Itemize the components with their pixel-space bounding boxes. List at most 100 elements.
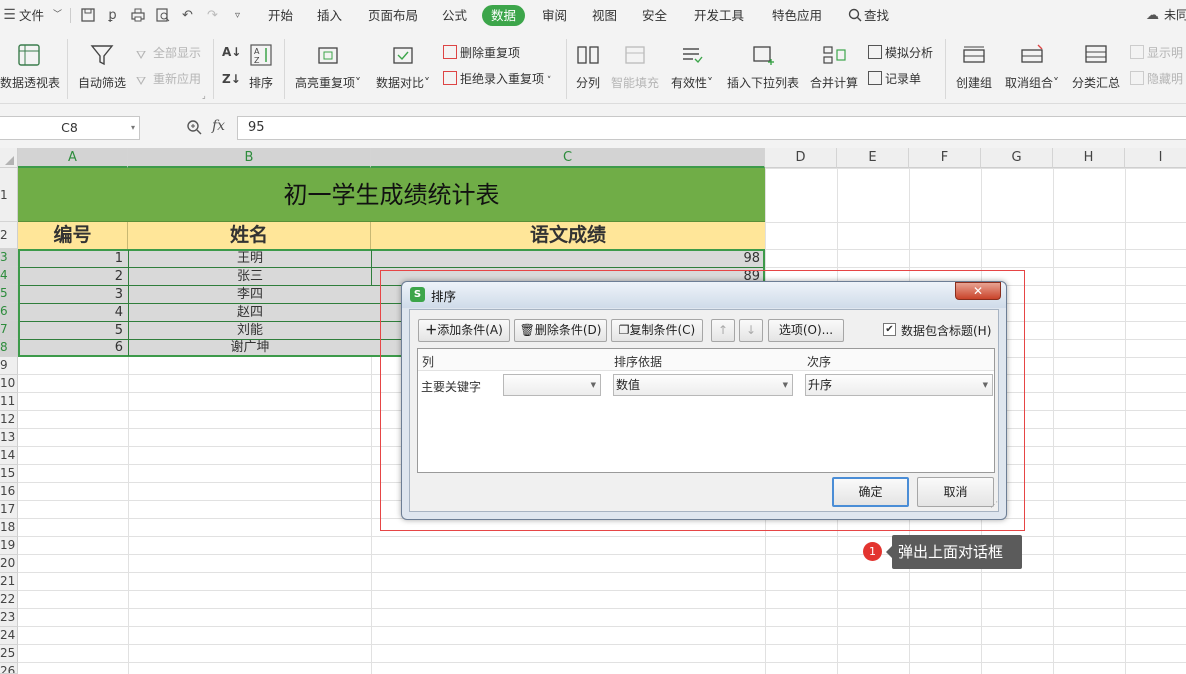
tab-page-layout[interactable]: 页面布局 <box>368 0 418 31</box>
merge-calculate-button[interactable]: 合并计算 <box>808 42 860 91</box>
tab-security[interactable]: 安全 <box>642 0 667 31</box>
has-header-checkbox[interactable]: ✔ <box>883 323 896 336</box>
reapply-button[interactable]: ⛛ 重新应用 <box>136 70 201 88</box>
tab-view[interactable]: 视图 <box>592 0 617 31</box>
cancel-button[interactable]: 取消 <box>917 477 994 507</box>
move-down-button[interactable]: ↓ <box>739 319 763 342</box>
table-title[interactable]: 初一学生成绩统计表 <box>18 168 765 222</box>
delete-condition-button[interactable]: 🗑删除条件(D) <box>514 319 607 342</box>
tab-insert[interactable]: 插入 <box>317 0 342 31</box>
smart-fill-button[interactable]: 智能填充 <box>610 42 660 91</box>
formula-input[interactable]: 95 <box>237 116 1186 140</box>
save-icon[interactable] <box>80 8 95 23</box>
row-header-12[interactable]: 12 <box>0 411 18 429</box>
tab-formulas[interactable]: 公式 <box>442 0 467 31</box>
customize-dropdown-icon[interactable]: ▿ <box>230 8 245 23</box>
create-group-button[interactable]: 创建组 <box>954 42 994 91</box>
copy-condition-button[interactable]: ❐复制条件(C) <box>611 319 703 342</box>
sort-ascending-icon[interactable]: A↓ <box>222 43 241 61</box>
cell-name[interactable]: 谢广坤 <box>128 340 371 356</box>
autofilter-button[interactable]: 自动筛选 <box>76 42 128 91</box>
move-up-button[interactable]: ↑ <box>711 319 735 342</box>
row-header-23[interactable]: 23 <box>0 609 18 627</box>
column-header-d[interactable]: D <box>765 148 837 168</box>
row-header-9[interactable]: 9 <box>0 357 18 375</box>
cloud-icon[interactable]: ☁ <box>1145 8 1160 23</box>
resize-grip-icon[interactable]: ⋰ <box>990 500 998 509</box>
cell-id[interactable]: 3 <box>20 286 126 304</box>
column-header-i[interactable]: I <box>1125 148 1186 168</box>
cell-id[interactable]: 6 <box>20 340 126 356</box>
cell-name[interactable]: 李四 <box>128 286 371 304</box>
cell-id[interactable]: 2 <box>20 268 126 286</box>
cell-name[interactable]: 张三 <box>128 268 371 286</box>
column-header-b[interactable]: B <box>128 148 371 168</box>
row-header-11[interactable]: 11 <box>0 393 18 411</box>
tab-data[interactable]: 数据 <box>482 5 526 26</box>
row-header-13[interactable]: 13 <box>0 429 18 447</box>
undo-icon[interactable]: ↶ <box>180 8 195 23</box>
pivot-table-button[interactable]: 数据透视表 <box>0 42 60 91</box>
show-detail-button[interactable]: 显示明 <box>1130 44 1183 62</box>
print-icon[interactable] <box>130 8 145 23</box>
cell-id[interactable]: 1 <box>20 250 126 268</box>
cell-score[interactable]: 98 <box>371 250 763 268</box>
row-header-20[interactable]: 20 <box>0 555 18 573</box>
tab-review[interactable]: 审阅 <box>542 0 567 31</box>
options-button[interactable]: 选项(O)... <box>768 319 844 342</box>
chevron-down-icon[interactable]: ▾ <box>131 117 135 139</box>
tab-developer[interactable]: 开发工具 <box>694 0 744 31</box>
cell-id[interactable]: 5 <box>20 322 126 340</box>
sort-order-select[interactable]: 升序 ▼ <box>805 374 993 396</box>
row-header-7[interactable]: 7 <box>0 321 18 339</box>
tab-home[interactable]: 开始 <box>268 0 293 31</box>
cell-name[interactable]: 赵四 <box>128 304 371 322</box>
reject-duplicates-button[interactable]: 拒绝录入重复项 ˅ <box>443 70 551 88</box>
header-cell-name[interactable]: 姓名 <box>128 222 371 249</box>
file-menu[interactable]: 文件 <box>19 0 44 31</box>
name-box[interactable]: C8 ▾ <box>0 116 140 140</box>
data-compare-button[interactable]: 数据对比˅ <box>372 42 434 91</box>
dialog-title-bar[interactable]: S 排序 ✕ <box>402 282 1006 308</box>
what-if-analysis-button[interactable]: 模拟分析 <box>868 44 933 62</box>
column-header-h[interactable]: H <box>1053 148 1125 168</box>
row-header-1[interactable]: 1 <box>0 168 18 222</box>
show-all-button[interactable]: ⛛ 全部显示 <box>136 44 201 62</box>
row-header-22[interactable]: 22 <box>0 591 18 609</box>
row-header-18[interactable]: 18 <box>0 519 18 537</box>
row-header-5[interactable]: 5 <box>0 285 18 303</box>
row-header-6[interactable]: 6 <box>0 303 18 321</box>
record-form-button[interactable]: 记录单 <box>868 70 921 88</box>
chevron-down-icon[interactable]: ﹀ <box>50 8 65 23</box>
sort-button[interactable]: AZ 排序 <box>245 42 277 91</box>
ok-button[interactable]: 确定 <box>832 477 909 507</box>
expand-corner-icon[interactable]: ⌟ <box>202 91 206 100</box>
row-header-24[interactable]: 24 <box>0 627 18 645</box>
header-cell-id[interactable]: 编号 <box>18 222 128 249</box>
column-header-a[interactable]: A <box>18 148 128 168</box>
cell-id[interactable]: 4 <box>20 304 126 322</box>
row-header-21[interactable]: 21 <box>0 573 18 591</box>
header-cell-score[interactable]: 语文成绩 <box>371 222 765 249</box>
row-header-26[interactable]: 26 <box>0 663 18 674</box>
search-icon[interactable] <box>847 8 862 23</box>
cell-name[interactable]: 王明 <box>128 250 371 268</box>
column-header-f[interactable]: F <box>909 148 981 168</box>
hamburger-menu-icon[interactable]: ☰ <box>2 8 17 23</box>
primary-key-select[interactable]: ▼ <box>503 374 601 396</box>
row-header-17[interactable]: 17 <box>0 501 18 519</box>
export-icon[interactable]: ꝑ <box>105 8 120 23</box>
column-header-e[interactable]: E <box>837 148 909 168</box>
hide-detail-button[interactable]: 隐藏明 <box>1130 70 1183 88</box>
split-columns-button[interactable]: 分列 <box>573 42 603 91</box>
search-button[interactable]: 查找 <box>864 0 889 31</box>
select-all-corner[interactable] <box>0 148 18 168</box>
highlight-duplicates-button[interactable]: 高亮重复项˅ <box>292 42 364 91</box>
column-header-c[interactable]: C <box>371 148 765 168</box>
tab-special-apps[interactable]: 特色应用 <box>772 0 822 31</box>
add-condition-button[interactable]: ＋添加条件(A) <box>418 319 510 342</box>
ungroup-button[interactable]: 取消组合˅ <box>1002 42 1062 91</box>
redo-icon[interactable]: ↷ <box>205 8 220 23</box>
print-preview-icon[interactable] <box>155 8 170 23</box>
row-header-19[interactable]: 19 <box>0 537 18 555</box>
